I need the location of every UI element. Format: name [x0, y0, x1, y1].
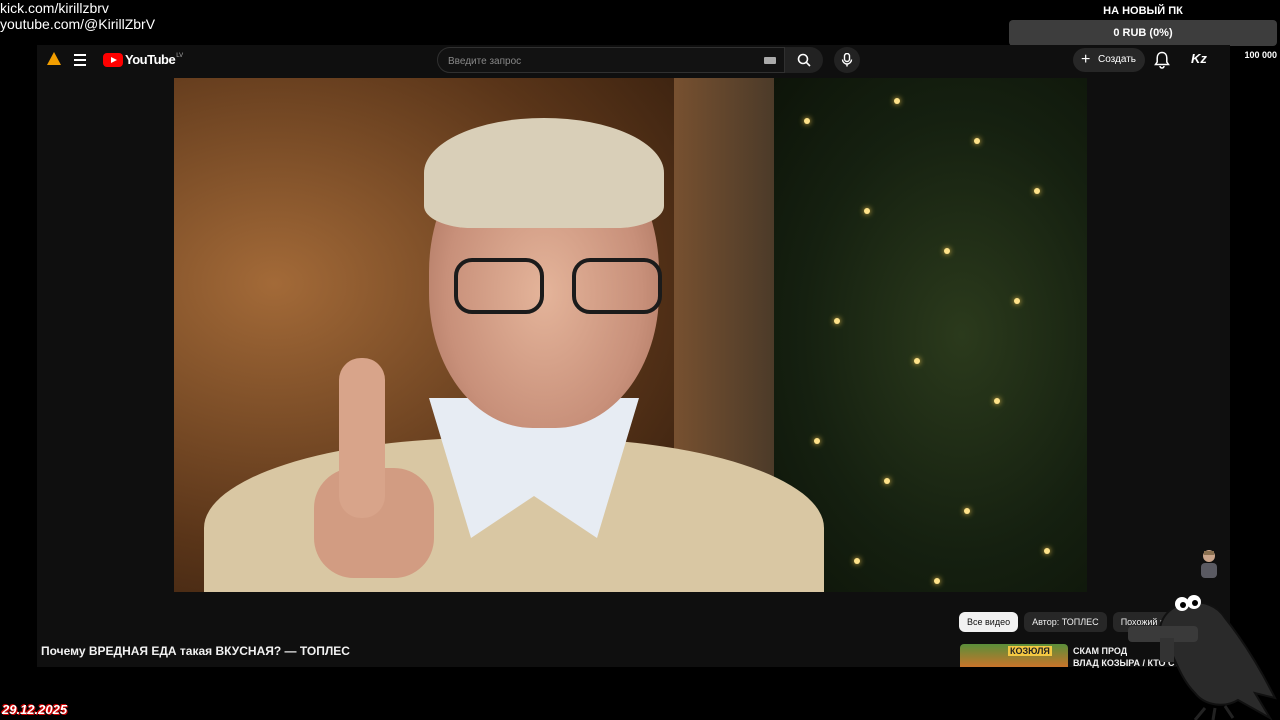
- goal-progress-bar: 0 RUB (0%): [1009, 20, 1277, 46]
- chip-all-videos[interactable]: Все видео: [959, 612, 1019, 632]
- streamer-figure-icon: [1201, 550, 1217, 578]
- warning-icon: [47, 52, 61, 65]
- search-icon: [797, 53, 811, 67]
- goal-title: НА НОВЫЙ ПК: [1103, 5, 1183, 17]
- chip-author[interactable]: Автор: ТОПЛЕС: [1024, 612, 1107, 632]
- country-code: LV: [176, 52, 184, 59]
- youtube-channel-link: youtube.com/@KirillZbrV: [0, 16, 156, 32]
- search-box: [437, 47, 785, 73]
- goal-max: 100 000: [1244, 50, 1277, 60]
- youtube-topbar: YouTube LV + Создать K: [37, 45, 1230, 75]
- youtube-logo[interactable]: YouTube LV: [103, 52, 183, 67]
- create-label: Создать: [1098, 54, 1137, 65]
- menu-icon[interactable]: [74, 54, 86, 69]
- thumbnail-text: КОЗЮЛЯ: [1008, 646, 1052, 656]
- youtube-window: YouTube LV + Создать K: [37, 45, 1230, 668]
- bell-icon[interactable]: [1154, 51, 1170, 69]
- kick-link: kick.com/kirillzbrv: [0, 0, 109, 16]
- recommendation-thumbnail[interactable]: КОЗЮЛЯ: [960, 644, 1068, 667]
- youtube-logo-icon: [103, 52, 123, 67]
- crow-mascot-icon: [1128, 595, 1277, 720]
- search-input[interactable]: [446, 51, 750, 71]
- create-button[interactable]: + Создать: [1073, 48, 1145, 72]
- voice-search-button[interactable]: [834, 47, 860, 73]
- person-glasses: [454, 258, 664, 314]
- video-title: Почему ВРЕДНАЯ ЕДА такая ВКУСНАЯ? — ТОПЛ…: [41, 644, 350, 658]
- person-hair: [424, 118, 664, 228]
- person-raised-finger: [339, 358, 385, 518]
- goal-value: 0 RUB (0%): [1113, 27, 1173, 39]
- plus-icon: +: [1081, 51, 1091, 68]
- keyboard-icon[interactable]: [764, 57, 776, 64]
- account-avatar[interactable]: Kz: [1191, 51, 1207, 66]
- video-player[interactable]: [174, 78, 1087, 592]
- search-button[interactable]: [785, 47, 823, 73]
- date-stamp: 29.12.2025: [2, 702, 68, 717]
- youtube-logo-text: YouTube: [125, 52, 176, 67]
- mic-icon: [841, 53, 853, 67]
